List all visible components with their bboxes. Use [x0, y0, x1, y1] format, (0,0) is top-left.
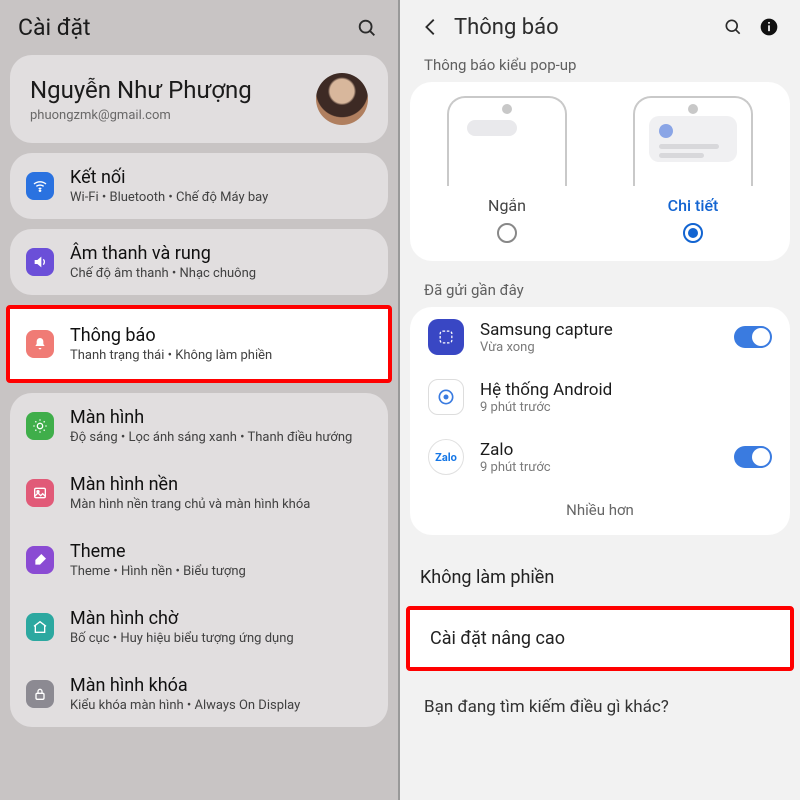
row-subtitle: Kiểu khóa màn hình • Always On Display	[70, 698, 372, 713]
brush-icon	[26, 546, 54, 574]
search-icon[interactable]	[354, 15, 380, 41]
wifi-icon	[26, 172, 54, 200]
sun-icon	[26, 412, 54, 440]
row-subtitle: Độ sáng • Lọc ánh sáng xanh • Thanh điều…	[70, 430, 372, 445]
row-title: Theme	[70, 541, 372, 562]
row-subtitle: Bố cục • Huy hiệu biểu tượng ứng dụng	[70, 631, 372, 646]
popup-option-brief[interactable]: Ngắn	[420, 96, 594, 243]
radio-icon[interactable]	[683, 223, 703, 243]
row-title: Màn hình chờ	[70, 608, 372, 629]
image-icon	[26, 479, 54, 507]
popup-option-label: Chi tiết	[668, 196, 719, 215]
recent-section-label: Đã gửi gần đây	[400, 273, 800, 307]
app-subtitle: Vừa xong	[480, 340, 734, 355]
notifications-pane: Thông báo Thông báo kiểu pop-up Ngắn Chi …	[400, 0, 800, 800]
popup-option-detail[interactable]: Chi tiết	[606, 96, 780, 243]
option-do-not-disturb[interactable]: Không làm phiền	[400, 549, 800, 606]
settings-row-lockscreen[interactable]: Màn hình khóa Kiểu khóa màn hình • Always…	[10, 660, 388, 727]
toggle-switch[interactable]	[734, 326, 772, 348]
popup-section-label: Thông báo kiểu pop-up	[400, 48, 800, 82]
row-subtitle: Thanh trạng thái • Không làm phiền	[70, 348, 372, 363]
home-icon	[26, 613, 54, 641]
app-icon-android	[428, 379, 464, 415]
profile-email: phuongzmk@gmail.com	[30, 108, 316, 123]
more-button[interactable]: Nhiều hơn	[410, 487, 790, 535]
settings-row-theme[interactable]: Theme Theme • Hình nền • Biểu tượng	[10, 526, 388, 593]
popup-style-card: Ngắn Chi tiết	[410, 82, 790, 261]
settings-row-wallpaper[interactable]: Màn hình nền Màn hình nền trang chủ và mà…	[10, 459, 388, 526]
back-icon[interactable]	[418, 14, 444, 40]
settings-row-homescreen[interactable]: Màn hình chờ Bố cục • Huy hiệu biểu tượng…	[10, 593, 388, 660]
row-title: Thông báo	[70, 325, 372, 346]
footer-question: Bạn đang tìm kiếm điều gì khác?	[400, 675, 800, 717]
phone-illustration-detail	[633, 96, 753, 186]
option-advanced-settings[interactable]: Cài đặt nâng cao	[410, 610, 790, 667]
settings-row-connections[interactable]: Kết nối Wi-Fi • Bluetooth • Chế độ Máy ba…	[10, 153, 388, 219]
lock-icon	[26, 680, 54, 708]
settings-title: Cài đặt	[18, 14, 344, 41]
settings-row-sound[interactable]: Âm thanh và rung Chế độ âm thanh • Nhạc c…	[10, 229, 388, 295]
recent-app-android-system[interactable]: Hệ thống Android9 phút trước	[410, 367, 790, 427]
recent-card: Samsung captureVừa xongHệ thống Android9…	[410, 307, 790, 535]
app-icon-zalo: Zalo	[428, 439, 464, 475]
app-name: Hệ thống Android	[480, 380, 772, 400]
speaker-icon	[26, 248, 54, 276]
popup-option-label: Ngắn	[488, 196, 526, 215]
row-title: Kết nối	[70, 167, 372, 188]
recent-app-samsung-capture[interactable]: Samsung captureVừa xong	[410, 307, 790, 367]
row-subtitle: Màn hình nền trang chủ và màn hình khóa	[70, 497, 372, 512]
app-name: Samsung capture	[480, 320, 734, 340]
row-title: Màn hình nền	[70, 474, 372, 495]
info-icon[interactable]	[756, 14, 782, 40]
avatar	[316, 73, 368, 125]
notifications-header: Thông báo	[400, 0, 800, 48]
settings-header: Cài đặt	[0, 0, 398, 49]
search-icon[interactable]	[720, 14, 746, 40]
settings-pane: Cài đặt Nguyễn Như Phượng phuongzmk@gmai…	[0, 0, 400, 800]
bell-icon	[26, 330, 54, 358]
row-title: Màn hình khóa	[70, 675, 372, 696]
app-subtitle: 9 phút trước	[480, 460, 734, 475]
row-title: Màn hình	[70, 407, 372, 428]
row-subtitle: Chế độ âm thanh • Nhạc chuông	[70, 266, 372, 281]
row-subtitle: Theme • Hình nền • Biểu tượng	[70, 564, 372, 579]
profile-name: Nguyễn Như Phượng	[30, 76, 316, 104]
profile-card[interactable]: Nguyễn Như Phượng phuongzmk@gmail.com	[10, 55, 388, 143]
app-name: Zalo	[480, 440, 734, 460]
app-subtitle: 9 phút trước	[480, 400, 772, 415]
row-title: Âm thanh và rung	[70, 243, 372, 264]
app-icon-samsung	[428, 319, 464, 355]
settings-row-display[interactable]: Màn hình Độ sáng • Lọc ánh sáng xanh • Th…	[10, 393, 388, 459]
radio-icon[interactable]	[497, 223, 517, 243]
row-subtitle: Wi-Fi • Bluetooth • Chế độ Máy bay	[70, 190, 372, 205]
settings-row-notifications[interactable]: Thông báo Thanh trạng thái • Không làm ph…	[6, 305, 392, 383]
phone-illustration-brief	[447, 96, 567, 186]
recent-app-zalo[interactable]: ZaloZalo9 phút trước	[410, 427, 790, 487]
toggle-switch[interactable]	[734, 446, 772, 468]
notifications-title: Thông báo	[454, 15, 710, 40]
